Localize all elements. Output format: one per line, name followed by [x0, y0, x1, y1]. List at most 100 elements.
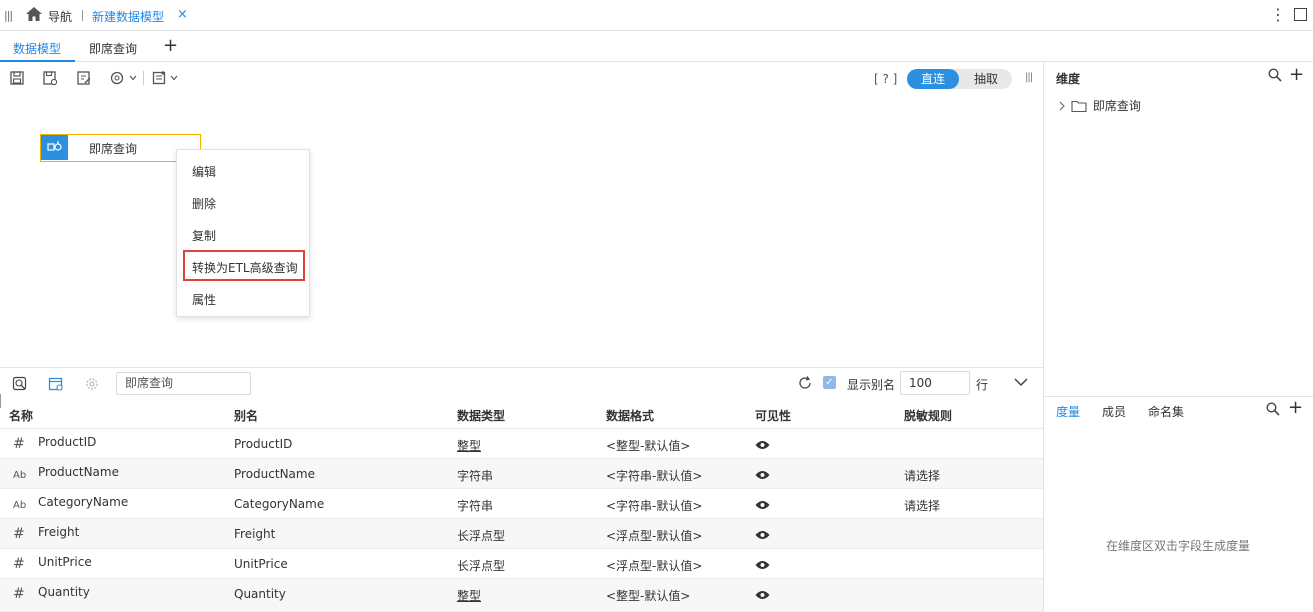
top-bar: ||| 导航 新建数据模型 × ⋮	[0, 0, 1313, 31]
table-row[interactable]: # ProductID ProductID 整型 <整型-默认值>	[0, 429, 1043, 459]
field-name: ProductName	[38, 465, 119, 479]
more-vertical-icon[interactable]: ⋮	[1270, 5, 1286, 24]
gear-icon	[84, 376, 100, 395]
field-alias[interactable]: UnitPrice	[234, 557, 288, 571]
numeric-field-icon: #	[13, 436, 25, 452]
help-button[interactable]: [ ? ]	[874, 72, 897, 86]
show-alias-label: 显示别名	[847, 378, 896, 392]
eye-icon[interactable]	[755, 499, 770, 513]
insert-dropdown-icon[interactable]	[152, 70, 182, 86]
field-alias[interactable]: Freight	[234, 527, 275, 541]
field-settings-icon[interactable]	[48, 376, 64, 395]
grip-icon[interactable]: |||	[4, 9, 13, 22]
panel-divider[interactable]	[1043, 62, 1044, 612]
col-visibility[interactable]: 可见性	[755, 407, 791, 424]
menu-item-delete[interactable]: 删除	[192, 195, 216, 212]
table-row[interactable]: # UnitPrice UnitPrice 长浮点型 <浮点型-默认值>	[0, 549, 1043, 579]
source-name-field[interactable]: 即席查询	[116, 372, 251, 395]
sub-tabs: 数据模型 即席查询 +	[0, 31, 1313, 62]
table-row[interactable]: # Freight Freight 长浮点型 <浮点型-默认值>	[0, 519, 1043, 549]
table-row[interactable]: Ab CategoryName CategoryName 字符串 <字符串-默认…	[0, 489, 1043, 519]
connection-mode-toggle: 直连 抽取	[907, 69, 1012, 89]
tab-separator	[82, 10, 83, 21]
menu-item-edit[interactable]: 编辑	[192, 163, 216, 180]
col-alias[interactable]: 别名	[234, 407, 258, 424]
eye-icon[interactable]	[755, 589, 770, 603]
field-format[interactable]: <浮点型-默认值>	[606, 527, 702, 544]
numeric-field-icon: #	[13, 586, 25, 602]
mode-direct-button[interactable]: 直连	[907, 69, 959, 89]
canvas-divider[interactable]	[0, 367, 1043, 368]
show-alias-checkbox[interactable]: ✓	[823, 376, 836, 389]
field-alias[interactable]: Quantity	[234, 587, 286, 601]
col-mask-rule[interactable]: 脱敏规则	[904, 407, 952, 424]
field-format[interactable]: <整型-默认值>	[606, 437, 690, 454]
tab-members[interactable]: 成员	[1102, 403, 1126, 420]
field-format[interactable]: <整型-默认值>	[606, 587, 690, 604]
tab-new-data-model[interactable]: 新建数据模型	[92, 8, 164, 25]
menu-item-properties[interactable]: 属性	[192, 291, 216, 308]
eye-icon[interactable]	[755, 529, 770, 543]
add-dimension-icon[interactable]: +	[1289, 64, 1304, 85]
model-toolbar: [ ? ] 直连 抽取 |||	[0, 62, 1043, 94]
nav-label[interactable]: 导航	[48, 8, 72, 25]
empty-hint: 在维度区双击字段生成度量	[1106, 539, 1251, 553]
field-name: Quantity	[38, 585, 90, 599]
row-count-input[interactable]: 100	[900, 371, 970, 395]
field-name: CategoryName	[38, 495, 129, 509]
settings-dropdown-icon[interactable]	[109, 70, 139, 86]
field-alias[interactable]: ProductID	[234, 437, 292, 451]
tab-adhoc-query[interactable]: 即席查询	[89, 40, 137, 57]
field-format[interactable]: <字符串-默认值>	[606, 467, 702, 484]
add-tab-icon[interactable]: +	[163, 35, 178, 56]
field-type[interactable]: 长浮点型	[457, 557, 505, 574]
menu-item-copy[interactable]: 复制	[192, 227, 216, 244]
right-panel-divider	[1044, 396, 1313, 397]
field-mask[interactable]: 请选择	[904, 467, 940, 484]
field-type[interactable]: 整型	[457, 587, 481, 604]
tab-measure[interactable]: 度量	[1056, 403, 1080, 420]
eye-icon[interactable]	[755, 469, 770, 483]
tab-named-sets[interactable]: 命名集	[1148, 403, 1184, 420]
field-name: UnitPrice	[38, 555, 92, 569]
eye-icon[interactable]	[755, 559, 770, 573]
edit-icon[interactable]	[76, 70, 92, 86]
field-alias[interactable]: ProductName	[234, 467, 315, 481]
chevron-down-icon[interactable]	[1013, 374, 1029, 393]
col-data-format[interactable]: 数据格式	[606, 407, 654, 424]
field-type[interactable]: 长浮点型	[457, 527, 505, 544]
col-data-type[interactable]: 数据类型	[457, 407, 505, 424]
save-as-icon[interactable]	[42, 70, 58, 86]
highlight-box	[183, 250, 305, 281]
panel-grip-icon[interactable]: |||	[1025, 72, 1033, 83]
maximize-icon[interactable]	[1294, 8, 1307, 21]
tree-item-adhoc[interactable]: 即席查询	[1057, 97, 1141, 114]
query-node-label: 即席查询	[89, 142, 138, 156]
field-alias[interactable]: CategoryName	[234, 497, 324, 511]
tab-data-model[interactable]: 数据模型	[13, 40, 61, 57]
col-name[interactable]: 名称	[9, 407, 33, 424]
row-unit-label: 行	[976, 378, 989, 392]
string-field-icon: Ab	[13, 470, 27, 481]
field-type[interactable]: 字符串	[457, 497, 493, 514]
field-mask[interactable]: 请选择	[904, 497, 940, 514]
field-type[interactable]: 字符串	[457, 467, 493, 484]
query-node-icon	[41, 135, 68, 160]
table-row[interactable]: Ab ProductName ProductName 字符串 <字符串-默认值>…	[0, 459, 1043, 489]
mode-extract-button[interactable]: 抽取	[960, 69, 1012, 89]
eye-icon[interactable]	[755, 439, 770, 453]
table-row[interactable]: # Quantity Quantity 整型 <整型-默认值>	[0, 579, 1043, 612]
preview-icon[interactable]	[12, 376, 28, 395]
field-type[interactable]: 整型	[457, 437, 481, 454]
refresh-icon[interactable]	[797, 375, 813, 394]
save-icon[interactable]	[9, 70, 25, 86]
search-icon[interactable]	[1268, 68, 1282, 85]
field-format[interactable]: <浮点型-默认值>	[606, 557, 702, 574]
field-format[interactable]: <字符串-默认值>	[606, 497, 702, 514]
add-measure-icon[interactable]: +	[1288, 397, 1303, 418]
close-icon[interactable]: ×	[177, 7, 188, 22]
context-menu: 编辑 删除 复制 转换为ETL高级查询 属性	[176, 149, 310, 317]
home-icon[interactable]	[25, 6, 43, 25]
model-canvas[interactable]: 即席查询 编辑 删除 复制 转换为ETL高级查询 属性	[0, 94, 1043, 408]
search-icon[interactable]	[1266, 402, 1280, 419]
